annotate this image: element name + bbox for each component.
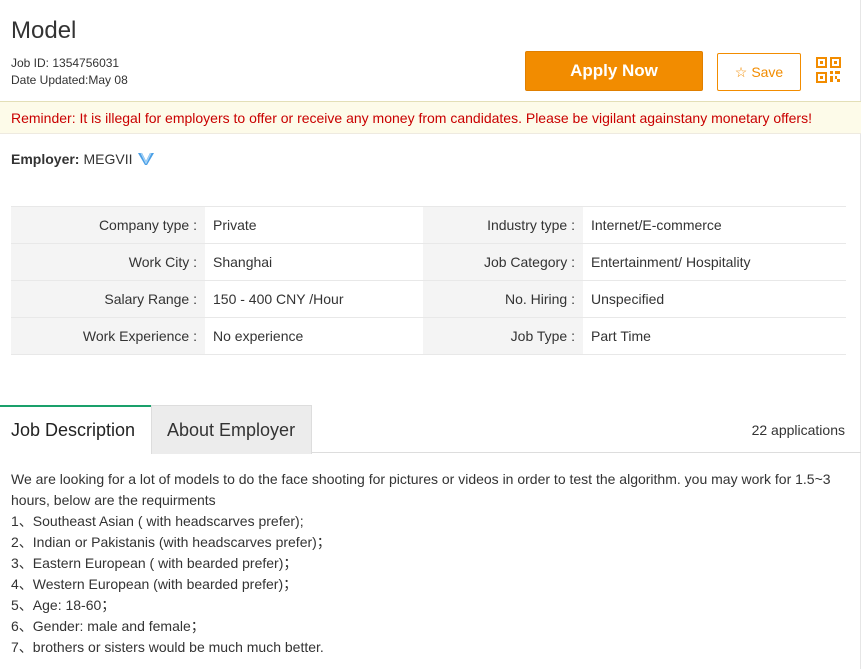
detail-key: Company type : [11, 206, 205, 244]
detail-key: Work Experience : [11, 317, 205, 355]
job-details-table: Company type : Private Industry type : I… [11, 206, 846, 355]
description-intro: We are looking for a lot of models to do… [11, 471, 831, 508]
details-row: Work Experience : No experience Job Type… [11, 317, 846, 355]
apply-now-button[interactable]: Apply Now [525, 51, 703, 91]
details-row: Company type : Private Industry type : I… [11, 206, 846, 244]
tab-job-description[interactable]: Job Description [0, 405, 151, 454]
star-outline-icon: ☆ [734, 64, 748, 80]
details-row: Salary Range : 150 - 400 CNY /Hour No. H… [11, 280, 846, 318]
detail-value: Unspecified [583, 280, 846, 318]
date-updated: Date Updated:May 08 [11, 73, 128, 87]
employer-label: Employer: [11, 151, 80, 167]
detail-value: Entertainment/ Hospitality [583, 243, 846, 281]
detail-value: Internet/E-commerce [583, 206, 846, 244]
requirement-item: 6、Gender: male and female； [11, 618, 205, 634]
job-description-body: We are looking for a lot of models to do… [11, 469, 851, 658]
applications-count: 22 applications [751, 422, 845, 438]
detail-value: Private [205, 206, 423, 244]
requirement-item: 7、brothers or sisters would be much much… [11, 639, 324, 655]
detail-value: 150 - 400 CNY /Hour [205, 280, 423, 318]
detail-key: Industry type : [423, 206, 583, 244]
details-row: Work City : Shanghai Job Category : Ente… [11, 243, 846, 281]
detail-key: Job Category : [423, 243, 583, 281]
job-detail-page: Model Job ID: 1354756031 Date Updated:Ma… [0, 0, 861, 669]
requirement-item: 3、Eastern European ( with bearded prefer… [11, 555, 298, 571]
detail-value: Part Time [583, 317, 846, 355]
detail-value: No experience [205, 317, 423, 355]
requirement-item: 1、Southeast Asian ( with headscarves pre… [11, 513, 304, 529]
content-tabs: Job Description About Employer 22 applic… [0, 405, 861, 454]
detail-key: Salary Range : [11, 280, 205, 318]
job-title: Model [11, 17, 77, 44]
requirement-item: 5、Age: 18-60； [11, 597, 116, 613]
verified-v-icon [138, 152, 155, 165]
employer-line: Employer: MEGVII [11, 151, 155, 167]
job-id: Job ID: 1354756031 [11, 56, 120, 70]
detail-value: Shanghai [205, 243, 423, 281]
detail-key: Work City : [11, 243, 205, 281]
detail-key: No. Hiring : [423, 280, 583, 318]
detail-key: Job Type : [423, 317, 583, 355]
employer-name[interactable]: MEGVII [83, 151, 132, 167]
requirement-item: 4、Western European (with bearded prefer)… [11, 576, 298, 592]
qr-code-icon[interactable] [816, 57, 841, 83]
requirement-item: 2、Indian or Pakistanis (with headscarves… [11, 534, 331, 550]
save-label: Save [751, 64, 784, 80]
tab-about-employer[interactable]: About Employer [151, 405, 312, 454]
reminder-banner: Reminder: It is illegal for employers to… [0, 101, 861, 134]
save-button[interactable]: ☆ Save [717, 53, 801, 91]
